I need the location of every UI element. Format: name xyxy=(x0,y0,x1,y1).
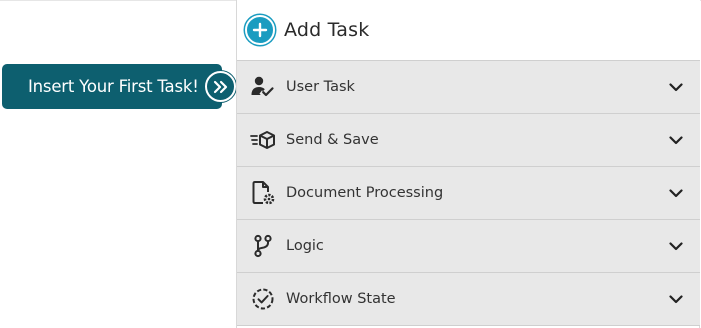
category-label: Workflow State xyxy=(286,291,396,307)
category-user-task[interactable]: User Task xyxy=(237,61,700,114)
task-category-list: User Task Send & Save Document Processin… xyxy=(237,61,700,326)
send-box-icon xyxy=(250,127,276,153)
category-document-processing[interactable]: Document Processing xyxy=(237,167,700,220)
add-task-panel: Add Task User Task Send & Save Document … xyxy=(236,0,700,328)
category-label: Send & Save xyxy=(286,132,379,148)
category-logic[interactable]: Logic xyxy=(237,220,700,273)
category-label: Document Processing xyxy=(286,185,444,201)
panel-title: Add Task xyxy=(284,19,370,41)
dashed-circle-check-icon xyxy=(250,286,276,312)
category-label: User Task xyxy=(286,79,355,95)
double-chevron-right-icon[interactable] xyxy=(205,71,236,102)
insert-first-task-button[interactable]: Insert Your First Task! xyxy=(2,64,222,109)
category-workflow-state[interactable]: Workflow State xyxy=(237,273,700,326)
document-gear-icon xyxy=(250,180,276,206)
page: Insert Your First Task! Add Task User Ta… xyxy=(0,0,701,328)
category-label: Logic xyxy=(286,238,324,254)
chevron-down-icon[interactable] xyxy=(669,239,683,253)
chevron-down-icon[interactable] xyxy=(669,80,683,94)
user-check-icon xyxy=(250,74,276,100)
insert-first-task-label: Insert Your First Task! xyxy=(28,77,199,96)
chevron-down-icon[interactable] xyxy=(669,186,683,200)
branch-icon xyxy=(250,233,276,259)
chevron-down-icon[interactable] xyxy=(669,133,683,147)
category-send-save[interactable]: Send & Save xyxy=(237,114,700,167)
plus-circle-icon[interactable] xyxy=(245,15,275,45)
add-task-header: Add Task xyxy=(237,0,700,61)
chevron-down-icon[interactable] xyxy=(669,292,683,306)
